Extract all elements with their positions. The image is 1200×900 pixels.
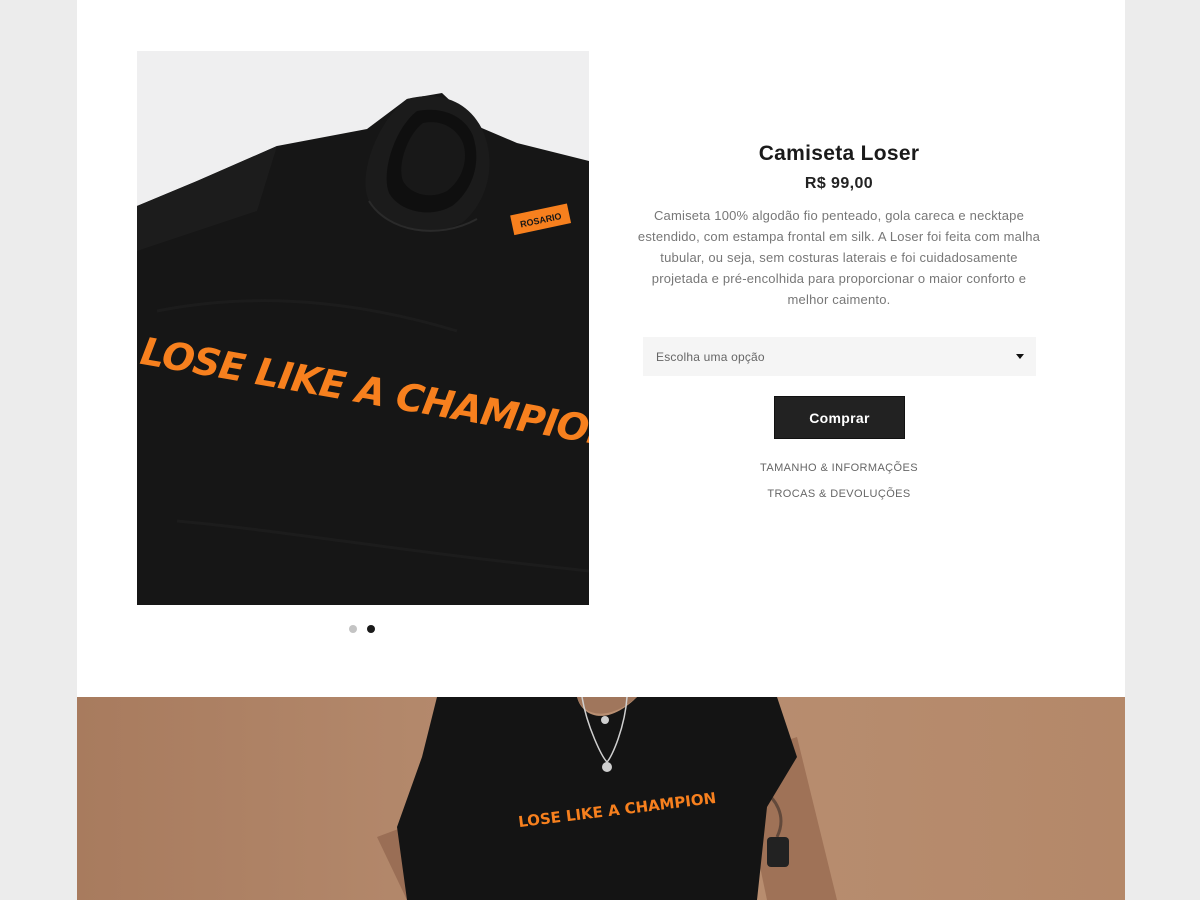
model-wearing-shirt-photo: LOSE LIKE A CHAMPION — [77, 697, 1125, 900]
gallery-dot-1[interactable] — [349, 625, 357, 633]
page: ROSARIO LOSE LIKE A CHAMPION Camiseta Lo… — [77, 0, 1125, 900]
product-price: R$ 99,00 — [804, 175, 874, 192]
product-image-gallery[interactable]: ROSARIO LOSE LIKE A CHAMPION — [137, 51, 589, 605]
gallery-dot-2[interactable] — [367, 625, 375, 633]
product-photo-tshirt-flatlay: ROSARIO LOSE LIKE A CHAMPION — [137, 51, 589, 605]
buy-button[interactable]: Comprar — [774, 396, 905, 439]
chevron-down-icon — [1016, 354, 1024, 359]
size-select-placeholder: Escolha uma opção — [656, 349, 765, 364]
product-title: Camiseta Loser — [758, 142, 920, 165]
product-description: Camiseta 100% algodão fio penteado, gola… — [637, 208, 1041, 307]
product-section: ROSARIO LOSE LIKE A CHAMPION Camiseta Lo… — [77, 0, 1125, 697]
size-info-link[interactable]: TAMANHO & INFORMAÇÕES — [637, 462, 1041, 474]
product-info: Camiseta Loser R$ 99,00 Camiseta 100% al… — [637, 140, 1041, 500]
size-select[interactable]: Escolha uma opção — [643, 337, 1036, 376]
lifestyle-photo: LOSE LIKE A CHAMPION — [77, 697, 1125, 900]
gallery-pagination — [349, 625, 375, 633]
returns-link[interactable]: TROCAS & DEVOLUÇÕES — [637, 488, 1041, 500]
